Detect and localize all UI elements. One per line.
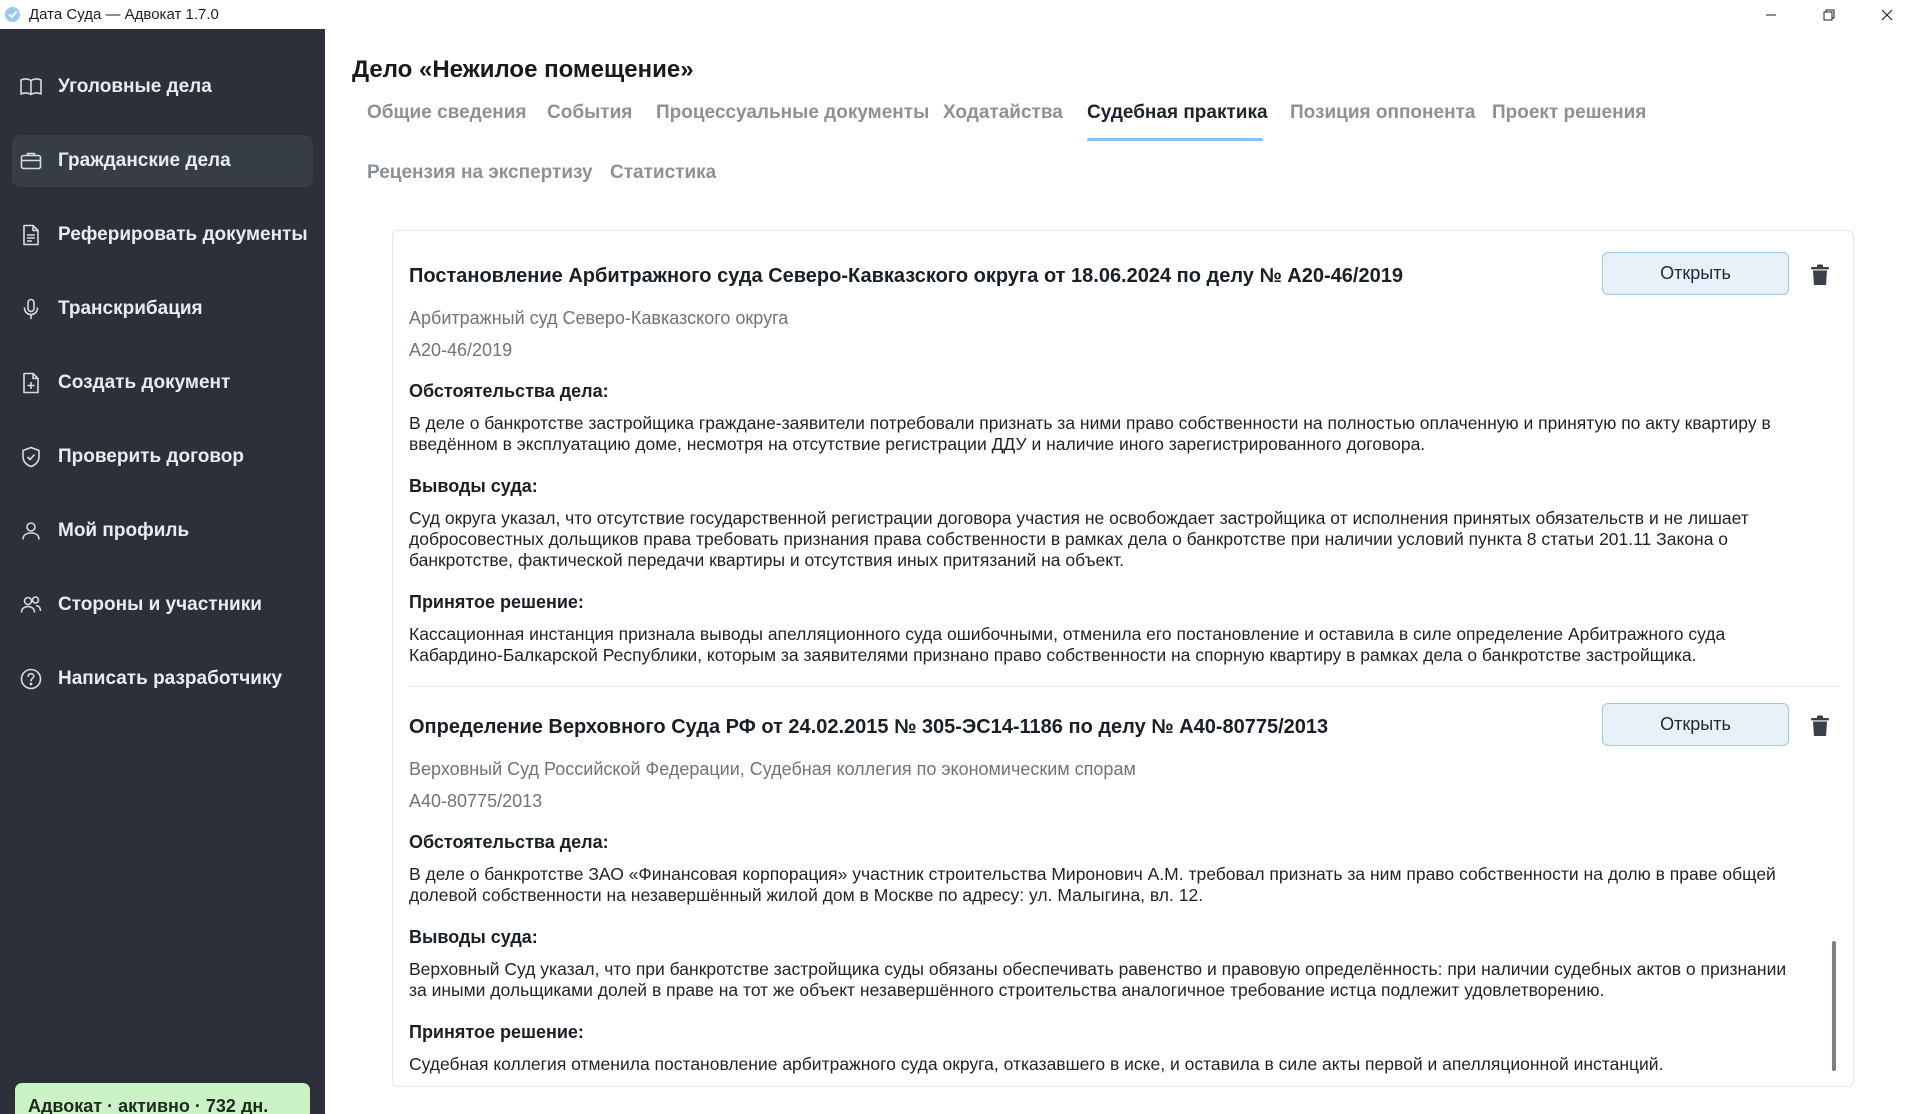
sidebar-item-label: Написать разработчику	[58, 668, 283, 689]
sidebar-item-transcription[interactable]: Транскрибация	[12, 283, 313, 335]
briefcase-icon	[18, 148, 44, 174]
sidebar-item-create-document[interactable]: Создать документ	[12, 357, 313, 409]
minimize-icon	[1766, 14, 1776, 15]
license-status-badge: Адвокат · активно · 732 дн.	[15, 1083, 310, 1114]
entry-case-number: А40-80775/2013	[409, 791, 543, 811]
entry-title: Определение Верховного Суда РФ от 24.02.…	[409, 716, 1329, 738]
shield-check-icon	[18, 444, 44, 470]
conclusions-text: Суд округа указал, что отсутствие госуда…	[409, 508, 1749, 570]
sidebar-item-civil-cases[interactable]: Гражданские дела	[12, 135, 313, 187]
entry-court: Арбитражный суд Северо-Кавказского округ…	[409, 308, 789, 328]
tab-opponent-position[interactable]: Позиция оппонента	[1290, 102, 1475, 124]
sidebar: Уголовные дела Гражданские дела Рефериро…	[0, 29, 325, 1114]
sidebar-item-check-contract[interactable]: Проверить договор	[12, 431, 313, 483]
sidebar-item-label: Гражданские дела	[58, 150, 231, 171]
tab-case-law[interactable]: Судебная практика	[1087, 102, 1268, 124]
main-content: Дело «Нежилое помещение» Общие сведения …	[325, 29, 1919, 1114]
close-icon	[1881, 9, 1893, 20]
active-tab-indicator	[1087, 138, 1263, 141]
entry-court: Верховный Суд Российской Федерации, Суде…	[409, 759, 1136, 779]
app-logo-icon	[5, 7, 20, 22]
open-button[interactable]: Открыть	[1602, 703, 1789, 746]
sidebar-item-label: Стороны и участники	[58, 594, 262, 615]
license-status-text: Адвокат · активно · 732 дн.	[28, 1096, 269, 1114]
open-button[interactable]: Открыть	[1602, 252, 1789, 295]
file-plus-icon	[18, 370, 44, 396]
tab-statistics[interactable]: Статистика	[610, 162, 716, 184]
sidebar-item-label: Уголовные дела	[58, 76, 212, 97]
decision-heading: Принятое решение:	[409, 592, 584, 612]
trash-icon	[1811, 715, 1829, 736]
circumstances-text: В деле о банкротстве застройщика граждан…	[409, 413, 1771, 454]
document-icon	[18, 222, 44, 248]
delete-button[interactable]	[1807, 713, 1833, 739]
sidebar-item-label: Транскрибация	[58, 298, 203, 319]
sidebar-item-contact-developer[interactable]: Написать разработчику	[12, 653, 313, 705]
page-title: Дело «Нежилое помещение»	[352, 56, 694, 83]
delete-button[interactable]	[1807, 262, 1833, 288]
tab-motions[interactable]: Ходатайства	[943, 102, 1063, 124]
close-button[interactable]	[1858, 0, 1916, 29]
conclusions-heading: Выводы суда:	[409, 476, 538, 496]
entry-divider	[409, 686, 1839, 687]
sidebar-item-label: Проверить договор	[58, 446, 244, 467]
list-scrollbar[interactable]	[1832, 941, 1836, 1071]
user-icon	[18, 518, 44, 544]
sidebar-item-criminal-cases[interactable]: Уголовные дела	[12, 61, 313, 113]
tab-events[interactable]: События	[547, 102, 632, 124]
tab-expert-review[interactable]: Рецензия на экспертизу	[367, 162, 593, 184]
circumstances-heading: Обстоятельства дела:	[409, 832, 609, 852]
decision-text: Кассационная инстанция признала выводы а…	[409, 624, 1726, 665]
case-law-list[interactable]: Постановление Арбитражного суда Северо-К…	[392, 230, 1854, 1087]
restore-icon	[1823, 9, 1835, 20]
conclusions-text: Верховный Суд указал, что при банкротств…	[409, 959, 1787, 1000]
book-icon	[18, 74, 44, 100]
trash-icon	[1811, 264, 1829, 285]
circumstances-text: В деле о банкротстве ЗАО «Финансовая кор…	[409, 864, 1776, 905]
conclusions-heading: Выводы суда:	[409, 927, 538, 947]
minimize-button[interactable]	[1742, 0, 1800, 29]
decision-text: Судебная коллегия отменила постановление…	[409, 1054, 1664, 1074]
sidebar-item-summarize-documents[interactable]: Реферировать документы	[12, 209, 313, 261]
microphone-icon	[18, 296, 44, 322]
sidebar-item-my-profile[interactable]: Мой профиль	[12, 505, 313, 557]
window-title: Дата Суда — Адвокат 1.7.0	[29, 6, 219, 23]
users-icon	[18, 592, 44, 618]
title-bar: Дата Суда — Адвокат 1.7.0	[0, 0, 1919, 29]
sidebar-item-label: Реферировать документы	[58, 224, 308, 245]
sidebar-item-parties[interactable]: Стороны и участники	[12, 579, 313, 631]
entry-title: Постановление Арбитражного суда Северо-К…	[409, 265, 1403, 287]
entry-case-number: А20-46/2019	[409, 340, 513, 360]
tab-procedural-documents[interactable]: Процессуальные документы	[656, 102, 929, 124]
sidebar-item-label: Создать документ	[58, 372, 231, 393]
tab-general-info[interactable]: Общие сведения	[367, 102, 527, 124]
sidebar-item-label: Мой профиль	[58, 520, 190, 541]
restore-button[interactable]	[1800, 0, 1858, 29]
circumstances-heading: Обстоятельства дела:	[409, 381, 609, 401]
tab-draft-decision[interactable]: Проект решения	[1492, 102, 1646, 124]
decision-heading: Принятое решение:	[409, 1022, 584, 1042]
help-circle-icon	[18, 666, 44, 692]
